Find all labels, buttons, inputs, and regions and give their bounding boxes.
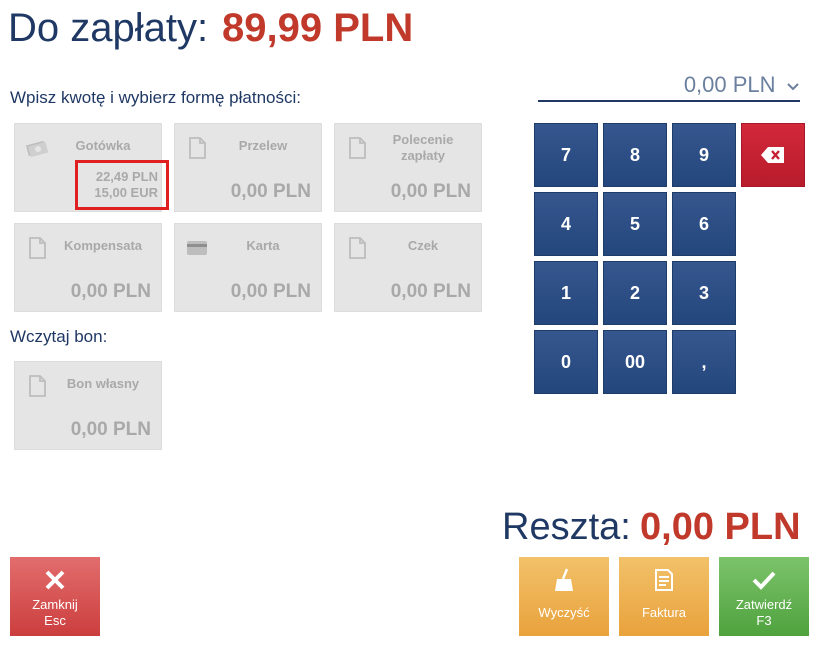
- keypad-key-00[interactable]: 00: [603, 330, 667, 394]
- payment-tile-compensation[interactable]: Kompensata 0,00 PLN: [14, 223, 162, 312]
- close-button-shortcut: Esc: [44, 613, 66, 628]
- tile-amount: 0,00 PLN: [70, 419, 151, 440]
- cash-amount-pln: 22,49 PLN: [95, 169, 158, 184]
- checkmark-icon: [752, 571, 776, 590]
- payment-tile-direct-debit[interactable]: Polecenie zapłaty 0,00 PLN: [334, 123, 482, 212]
- keypad-key-4[interactable]: 4: [534, 192, 598, 256]
- keypad-key-9[interactable]: 9: [672, 123, 736, 187]
- document-icon: [29, 375, 46, 397]
- backspace-button[interactable]: [741, 123, 805, 187]
- cash-amount-highlight: 22,49 PLN 15,00 EUR: [75, 160, 169, 210]
- tile-amount: 0,00 PLN: [70, 281, 151, 302]
- card-icon: [187, 241, 207, 255]
- chevron-down-icon[interactable]: [786, 79, 800, 97]
- voucher-section-label: Wczytaj bon:: [10, 327, 108, 346]
- tile-label: Czek: [407, 238, 439, 253]
- cash-amount-eur: 15,00 EUR: [94, 185, 158, 200]
- document-icon: [349, 237, 366, 259]
- tile-label: Przelew: [238, 138, 288, 153]
- keypad-key-2[interactable]: 2: [603, 261, 667, 325]
- document-icon: [29, 237, 46, 259]
- payment-tile-cheque[interactable]: Czek 0,00 PLN: [334, 223, 482, 312]
- confirm-button-label: Zatwierdź: [735, 597, 793, 612]
- broom-icon: [555, 568, 573, 591]
- confirm-button[interactable]: Zatwierdź F3: [719, 557, 809, 636]
- clear-button-label: Wyczyść: [538, 605, 590, 620]
- keypad-key-3[interactable]: 3: [672, 261, 736, 325]
- amount-input-value: 0,00 PLN: [683, 72, 776, 97]
- tile-label: Kompensata: [63, 238, 143, 253]
- backspace-icon: [761, 147, 784, 163]
- keypad-key-8[interactable]: 8: [603, 123, 667, 187]
- tile-amount: 0,00 PLN: [390, 181, 471, 202]
- tile-amount: 0,00 PLN: [230, 281, 311, 302]
- payment-instruction: Wpisz kwotę i wybierz formę płatności:: [10, 88, 301, 107]
- keypad-key-comma[interactable]: ,: [672, 330, 736, 394]
- tile-label: Karta: [246, 238, 280, 253]
- document-icon: [349, 137, 366, 159]
- confirm-button-shortcut: F3: [756, 613, 772, 628]
- amount-input-dropdown[interactable]: 0,00 PLN: [538, 72, 800, 102]
- close-button[interactable]: Zamknij Esc: [10, 557, 100, 636]
- amount-due-value: 89,99 PLN: [222, 6, 414, 50]
- change-label: Reszta:: [502, 506, 631, 548]
- tile-label: Polecenie zapłaty: [392, 132, 454, 163]
- close-icon: [45, 570, 65, 590]
- payment-tile-transfer[interactable]: Przelew 0,00 PLN: [174, 123, 322, 212]
- keypad-key-7[interactable]: 7: [534, 123, 598, 187]
- close-button-label: Zamknij: [32, 597, 78, 612]
- tile-amount: 0,00 PLN: [390, 281, 471, 302]
- keypad-key-6[interactable]: 6: [672, 192, 736, 256]
- document-icon: [189, 137, 206, 159]
- tile-label: Bon własny: [66, 376, 140, 391]
- payment-tile-cash[interactable]: Gotówka 22,49 PLN 15,00 EUR: [14, 123, 169, 212]
- invoice-icon: [655, 569, 673, 591]
- change-amount: 0,00 PLN: [640, 506, 801, 548]
- cash-icon: [26, 140, 49, 158]
- invoice-button[interactable]: Faktura: [619, 557, 709, 636]
- keypad-key-1[interactable]: 1: [534, 261, 598, 325]
- payment-tile-card[interactable]: Karta 0,00 PLN: [174, 223, 322, 312]
- keypad-key-5[interactable]: 5: [603, 192, 667, 256]
- payment-tile-own-voucher[interactable]: Bon własny 0,00 PLN: [14, 361, 162, 450]
- invoice-button-label: Faktura: [641, 605, 687, 620]
- amount-due-label: Do zapłaty:: [8, 6, 209, 50]
- clear-button[interactable]: Wyczyść: [519, 557, 609, 636]
- tile-label: Gotówka: [75, 138, 131, 153]
- tile-amount: 0,00 PLN: [230, 181, 311, 202]
- keypad-key-0[interactable]: 0: [534, 330, 598, 394]
